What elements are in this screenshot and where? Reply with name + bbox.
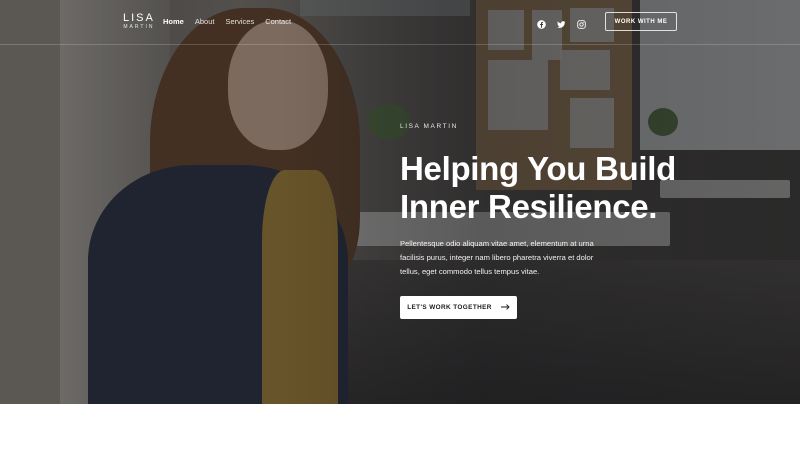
lets-work-together-button[interactable]: LET'S WORK TOGETHER (400, 296, 517, 319)
hero-description-line: Pellentesque odio aliquam vitae amet, el… (400, 239, 594, 248)
site-header: LISA MARTIN Home About Services Contact … (0, 0, 800, 45)
nav-services[interactable]: Services (225, 17, 254, 26)
logo-name: LISA (123, 12, 155, 24)
nav-about[interactable]: About (195, 17, 215, 26)
social-links (537, 16, 586, 29)
hero-headline: Helping You Build Inner Resilience. (400, 150, 730, 226)
hero-description-line: tellus, eget commodo tellus tempus vitae… (400, 267, 540, 276)
nav-home[interactable]: Home (163, 17, 184, 26)
arrow-right-icon (500, 303, 510, 312)
hero-description-line: facilisis purus, integer nam libero phar… (400, 253, 594, 262)
main-nav: Home About Services Contact (163, 17, 291, 26)
cta-label: LET'S WORK TOGETHER (407, 304, 492, 311)
work-with-me-button[interactable]: WORK WITH ME (605, 12, 677, 31)
site-logo[interactable]: LISA MARTIN (123, 13, 155, 31)
hero-headline-line: Helping You Build (400, 150, 676, 187)
logo-subtitle: MARTIN (123, 24, 155, 30)
instagram-icon[interactable] (577, 16, 586, 29)
hero-description: Pellentesque odio aliquam vitae amet, el… (400, 237, 640, 279)
hero-eyebrow: LISA MARTIN (400, 123, 458, 130)
facebook-icon[interactable] (537, 16, 546, 29)
twitter-icon[interactable] (557, 16, 566, 28)
nav-contact[interactable]: Contact (265, 17, 291, 26)
hero-headline-line: Inner Resilience. (400, 188, 658, 225)
